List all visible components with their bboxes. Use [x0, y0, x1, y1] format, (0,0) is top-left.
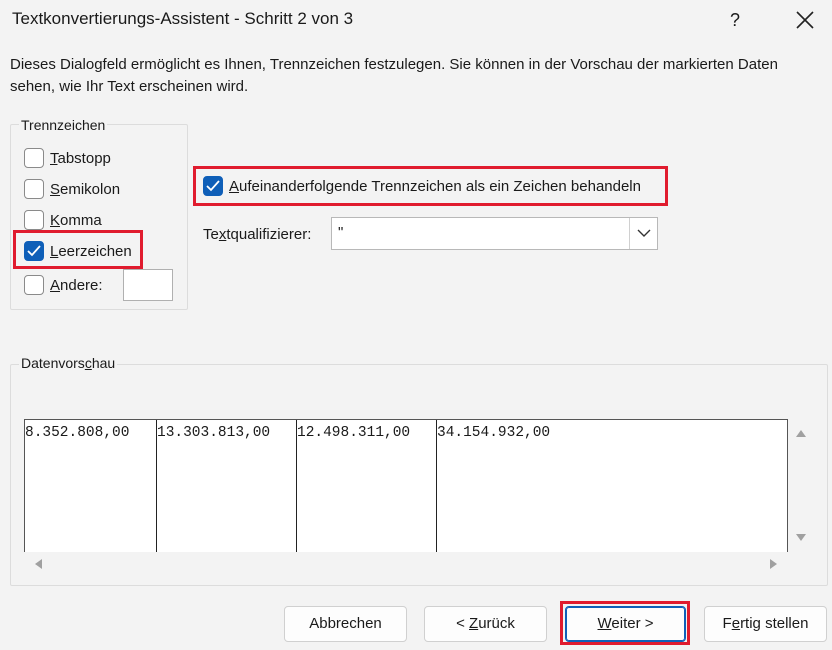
scroll-left-arrow-icon[interactable]: [33, 558, 43, 570]
comma-label: Komma: [50, 211, 102, 229]
data-preview-label: Datenvorschau: [19, 355, 118, 371]
back-button[interactable]: < Zurück: [424, 606, 547, 642]
title-bar: Textkonvertierungs-Assistent - Schritt 2…: [0, 0, 832, 40]
text-qualifier-value: ": [338, 224, 344, 241]
close-icon: [796, 11, 814, 29]
chevron-down-icon: [637, 229, 651, 237]
checkbox-tab[interactable]: Tabstopp: [24, 146, 111, 170]
text-qualifier-label: Textqualifizierer:: [203, 226, 312, 243]
other-label: Andere:: [50, 276, 103, 294]
semicolon-label: Semikolon: [50, 180, 121, 198]
preview-column-2[interactable]: 13.303.813,00: [157, 420, 297, 552]
next-highlight-frame: [560, 601, 690, 645]
close-button[interactable]: [788, 6, 822, 34]
checkbox-other[interactable]: Andere:: [24, 273, 103, 297]
text-qualifier-dropdown-button[interactable]: [629, 218, 657, 249]
window-title: Textkonvertierungs-Assistent - Schritt 2…: [12, 9, 354, 28]
scroll-right-arrow-icon[interactable]: [769, 558, 779, 570]
checkbox-semicolon[interactable]: Semikolon: [24, 177, 120, 201]
scroll-up-arrow-icon[interactable]: [795, 428, 807, 438]
help-button[interactable]: ?: [718, 6, 752, 34]
help-icon: ?: [729, 10, 740, 30]
scroll-down-arrow-icon[interactable]: [795, 533, 807, 543]
tab-checkbox-box[interactable]: [24, 148, 44, 168]
preview-column-4[interactable]: 34.154.932,00: [437, 420, 787, 552]
semicolon-checkbox-box[interactable]: [24, 179, 44, 199]
checkbox-comma[interactable]: Komma: [24, 208, 102, 232]
other-delimiter-input[interactable]: [123, 269, 173, 301]
text-qualifier-select[interactable]: ": [331, 217, 658, 250]
preview-column-1[interactable]: 8.352.808,00: [25, 420, 157, 552]
preview-column-3[interactable]: 12.498.311,00: [297, 420, 437, 552]
consecutive-highlight-frame: [193, 166, 668, 206]
finish-button[interactable]: Fertig stellen: [704, 606, 827, 642]
cancel-button[interactable]: Abbrechen: [284, 606, 407, 642]
description-text: Dieses Dialogfeld ermöglicht es Ihnen, T…: [10, 56, 778, 95]
delimiters-group-label: Trennzeichen: [19, 117, 108, 133]
tab-label: Tabstopp: [50, 149, 111, 167]
comma-checkbox-box[interactable]: [24, 210, 44, 230]
other-checkbox-box[interactable]: [24, 275, 44, 295]
space-highlight-frame: [13, 230, 143, 269]
data-preview-area[interactable]: 8.352.808,00 13.303.813,00 12.498.311,00…: [24, 419, 788, 552]
